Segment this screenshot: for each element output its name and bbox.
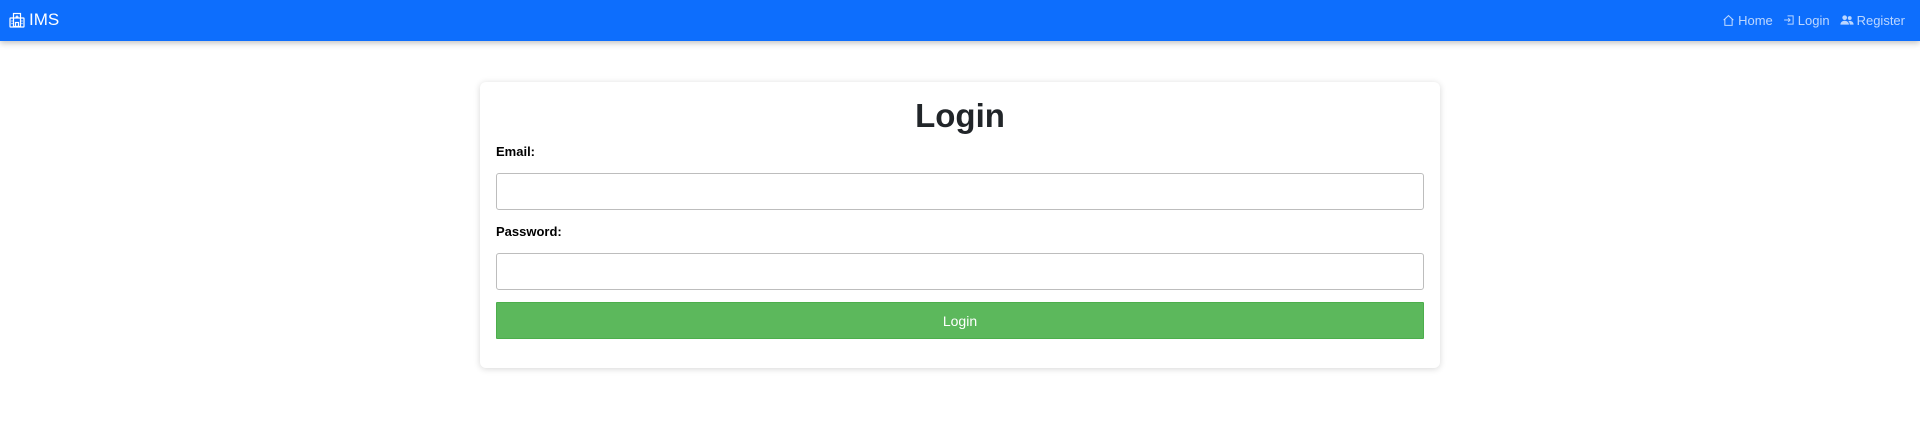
login-card: Login Email: Password: Login xyxy=(480,82,1440,368)
page-title: Login xyxy=(915,97,1005,134)
brand-label: IMS xyxy=(29,10,60,29)
brand-link[interactable]: IMS xyxy=(9,9,59,31)
nav-link-login[interactable]: Login xyxy=(1783,13,1830,28)
email-label: Email: xyxy=(496,144,536,159)
hospital-icon xyxy=(9,12,25,28)
nav-links: Home Login Register xyxy=(1722,10,1905,30)
email-field[interactable] xyxy=(496,173,1424,210)
login-button[interactable]: Login xyxy=(496,302,1424,339)
password-label: Password: xyxy=(496,224,562,239)
login-icon xyxy=(1783,14,1795,26)
top-navbar: IMS Home Login Register xyxy=(0,0,1920,41)
nav-link-home-label: Home xyxy=(1738,12,1773,28)
nav-link-login-label: Login xyxy=(1797,12,1830,28)
nav-link-register[interactable]: Register xyxy=(1839,12,1905,28)
nav-link-register-label: Register xyxy=(1856,12,1905,28)
password-field[interactable] xyxy=(496,253,1424,290)
nav-link-home[interactable]: Home xyxy=(1722,13,1773,28)
people-icon xyxy=(1839,14,1854,26)
house-icon xyxy=(1722,14,1735,27)
